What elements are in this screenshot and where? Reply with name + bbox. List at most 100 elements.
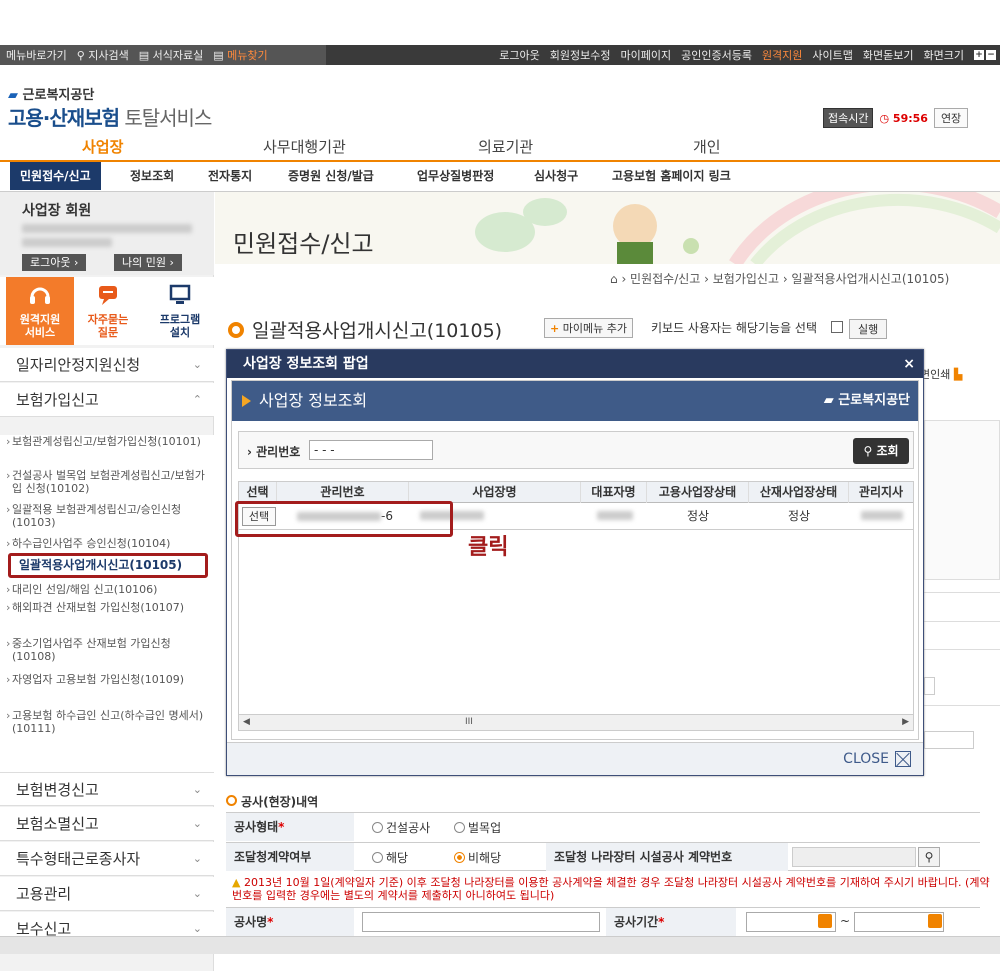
add-my-menu-button[interactable]: + 마이메뉴 추가 — [544, 318, 633, 338]
chevron-down-icon: ⌄ — [192, 887, 202, 900]
logo-icon: ▰ — [8, 88, 23, 103]
submenu-item-10102[interactable]: 건설공사 벌목업 보험관계성립신고/보험가입 신청(10102) — [6, 469, 208, 495]
popup-close-icon[interactable]: × — [903, 350, 915, 378]
subnav-certificate[interactable]: 증명원 신청/발급 — [278, 162, 384, 190]
search-button[interactable]: ⚲ 조회 — [853, 438, 909, 464]
arrow-right-icon — [242, 395, 251, 407]
scroll-thumb[interactable]: III — [465, 717, 473, 727]
submenu-item-10111[interactable]: 고용보험 하수급인 신고(하수급인 명세서)(10111) — [6, 709, 208, 735]
form-row-work-name: 공사명* 공사기간* ~ — [226, 907, 980, 936]
sidebar-menu-termination[interactable]: 보험소멸신고 ⌄ — [0, 807, 214, 841]
submenu-item-10106[interactable]: 대리인 선임/해임 신고(10106) — [6, 583, 208, 596]
menu-shortcut-link[interactable]: 메뉴바로가기 — [6, 47, 67, 63]
quick-remote-support[interactable]: 원격지원 서비스 — [6, 277, 74, 345]
radio-not-applicable[interactable]: 비해당 — [454, 849, 501, 866]
subnav-info[interactable]: 정보조회 — [120, 162, 184, 190]
page-horizontal-scrollbar[interactable] — [0, 936, 1000, 954]
org-logo[interactable]: ▰ 근로복지공단 — [8, 84, 94, 103]
popup-close-button[interactable]: CLOSE — [843, 751, 911, 767]
subnav-employment-link[interactable]: 고용보험 홈페이지 링크 — [602, 162, 741, 190]
col-representative: 대표자명 — [581, 482, 647, 503]
radio-circle-selected — [454, 852, 465, 863]
run-button[interactable]: 실행 — [849, 319, 888, 339]
radio-applicable[interactable]: 해당 — [372, 849, 408, 866]
sidebar-menu-insurance[interactable]: 보험가입신고 ⌃ — [0, 383, 214, 417]
keyboard-select-checkbox[interactable] — [831, 321, 843, 333]
scroll-left-icon[interactable]: ◀ — [243, 717, 250, 727]
subnav-review[interactable]: 심사청구 — [524, 162, 588, 190]
nav-personal[interactable]: 개인 — [693, 136, 721, 157]
radio-construction[interactable]: 건설공사 — [372, 819, 430, 836]
procurement-label: 조달청계약여부 — [226, 843, 354, 871]
calendar-icon[interactable] — [818, 914, 832, 928]
title-bullet-icon — [228, 321, 244, 338]
chat-bubble-icon — [99, 286, 117, 305]
calendar-icon[interactable] — [928, 914, 942, 928]
subnav-disease[interactable]: 업무상질병판정 — [407, 162, 504, 190]
utility-right: 로그아웃 회원정보수정 마이페이지 공인인증서등록 원격지원 사이트맵 화면돋보… — [499, 45, 996, 65]
submenu-item-10104[interactable]: 하수급인사업주 승인신청(10104) — [6, 537, 208, 550]
nav-business[interactable]: 사업장 — [82, 136, 123, 157]
branch-search-link[interactable]: ⚲ 지사검색 — [77, 47, 129, 63]
sidebar-menu-jobs[interactable]: 일자리안정지원신청 ⌄ — [0, 348, 214, 382]
popup-footer: CLOSE — [227, 742, 923, 775]
chevron-down-icon: ⌄ — [192, 358, 202, 371]
sidebar-menu-special-workers[interactable]: 특수형태근로종사자 ⌄ — [0, 842, 214, 876]
row-representative — [591, 504, 639, 529]
work-name-input[interactable] — [362, 912, 600, 932]
sitemap-link[interactable]: 사이트맵 — [812, 47, 852, 63]
submenu-item-10101[interactable]: 보험관계성립신고/보험가입신청(10101) — [6, 435, 208, 448]
quick-program-install[interactable]: 프로그램 설치 — [146, 277, 214, 345]
nara-contract-label: 조달청 나라장터 시설공사 계약번호 — [546, 843, 788, 871]
sidebar-logout-button[interactable]: 로그아웃 › — [22, 254, 87, 271]
service-title[interactable]: 고용·산재보험 토탈서비스 — [8, 102, 212, 131]
search-icon[interactable]: ⚲ — [918, 847, 940, 867]
remote-support-link[interactable]: 원격지원 — [762, 47, 802, 63]
zoom-out-icon[interactable]: − — [986, 50, 996, 60]
row-employment-status: 정상 — [686, 509, 710, 523]
cert-register-link[interactable]: 공인인증서등록 — [681, 47, 752, 63]
my-civil-button[interactable]: 나의 민원 › — [114, 254, 182, 271]
utility-bar: 메뉴바로가기 ⚲ 지사검색 ▤ 서식자료실 ▤ 메뉴찾기 로그아웃 회원정보수정… — [0, 45, 1000, 65]
member-info-blurred — [22, 238, 112, 247]
member-title: 사업장 회원 — [22, 203, 92, 219]
forms-library-link[interactable]: ▤ 서식자료실 — [139, 47, 204, 63]
submenu-item-10108[interactable]: 중소기업사업주 산재보험 가입신청(10108) — [6, 637, 208, 663]
document-icon: ▤ — [213, 49, 228, 62]
submenu-item-10107[interactable]: 해외파견 산재보험 가입신청(10107) — [6, 601, 208, 614]
session-extend-button[interactable]: 연장 — [933, 108, 969, 128]
nav-agency[interactable]: 사무대행기관 — [263, 136, 346, 157]
monitor-icon — [169, 284, 191, 304]
magnifier-link[interactable]: 화면돋보기 — [863, 47, 914, 63]
menu-find-link[interactable]: ▤ 메뉴찾기 — [213, 47, 267, 63]
radio-logging[interactable]: 벌목업 — [454, 819, 501, 836]
quick-faq[interactable]: 자주묻는 질문 — [74, 277, 142, 345]
left-sidebar: 사업장 회원 로그아웃 › 나의 민원 › 원격지원 서비스 자주묻는 질문 프로그… — [0, 192, 214, 971]
document-icon: ▤ — [138, 49, 153, 62]
sidebar-menu-employment-mgmt[interactable]: 고용관리 ⌄ — [0, 877, 214, 911]
zoom-in-icon[interactable]: + — [974, 50, 984, 60]
submenu-item-10103[interactable]: 일괄적용 보험관계성립신고/승인신청(10103) — [6, 503, 208, 529]
subnav-notice[interactable]: 전자통지 — [198, 162, 262, 190]
scroll-right-icon[interactable]: ▶ — [902, 717, 909, 727]
subnav-civil[interactable]: 민원접수/신고 — [10, 162, 101, 190]
mgmt-number-input[interactable]: - - - — [309, 440, 433, 460]
submenu-item-10105-active[interactable]: 일괄적용사업개시신고(10105) — [8, 553, 208, 578]
mypage-link[interactable]: 마이페이지 — [620, 47, 671, 63]
work-period-label: 공사기간* — [606, 908, 736, 936]
submenu-item-10109[interactable]: 자영업자 고용보험 가입신청(10109) — [6, 673, 208, 686]
procurement-warning: ▲ 2013년 10월 1일(계약일자 기준) 이후 조달청 나라장터를 이용한… — [232, 876, 990, 902]
member-info-blurred — [22, 224, 192, 233]
sidebar-menu-change[interactable]: 보험변경신고 ⌄ — [0, 772, 214, 806]
home-icon[interactable]: ⌂ — [610, 272, 621, 286]
table-horizontal-scrollbar[interactable]: ◀ III ▶ — [239, 714, 913, 730]
popup-body: 사업장 정보조회 ▰ 근로복지공단 › 관리번호 - - - ⚲ 조회 선택 관리… — [231, 380, 919, 740]
nara-contract-input[interactable] — [792, 847, 916, 867]
logout-link[interactable]: 로그아웃 — [499, 47, 539, 63]
close-icon — [895, 751, 911, 767]
print-button[interactable]: 면인쇄 ▙ — [920, 366, 962, 382]
col-mgmt-number: 관리번호 — [277, 482, 409, 503]
chevron-down-icon: ⌄ — [192, 817, 202, 830]
member-edit-link[interactable]: 회원정보수정 — [550, 47, 611, 63]
nav-medical[interactable]: 의료기관 — [478, 136, 533, 157]
